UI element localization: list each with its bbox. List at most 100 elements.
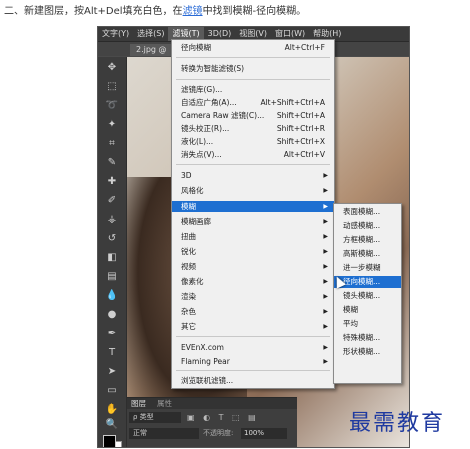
menu-select[interactable]: 选择(S): [133, 27, 168, 41]
type-tool-icon[interactable]: T: [105, 346, 119, 359]
zoom-tool-icon[interactable]: 🔍: [105, 418, 119, 431]
submenu-item-shape-blur[interactable]: 形状模糊...: [334, 346, 401, 358]
move-tool-icon[interactable]: ✥: [105, 61, 119, 74]
blur-tool-icon[interactable]: 💧: [105, 289, 119, 302]
brush-tool-icon[interactable]: ✐: [105, 194, 119, 207]
menu-item-label: 渲染: [181, 292, 196, 301]
menu-item-shortcut: Alt+Ctrl+F: [284, 43, 325, 52]
marquee-tool-icon[interactable]: ⬚: [105, 80, 119, 93]
submenu-item-label: 表面模糊...: [343, 207, 381, 216]
menu-item-label: 模糊: [181, 202, 196, 211]
tab-properties[interactable]: 属性: [157, 399, 172, 409]
menu-item-label: 锐化: [181, 247, 196, 256]
layer-filter-row: ρ 类型 ▣ ◐ T ⬚ ▤: [129, 412, 294, 424]
menu-separator: [176, 79, 330, 80]
healing-brush-tool-icon[interactable]: ✚: [105, 175, 119, 188]
submenu-item-motion-blur[interactable]: 动感模糊...: [334, 220, 401, 232]
menu-separator: [176, 164, 330, 165]
foreground-color-swatch[interactable]: [103, 435, 116, 447]
submenu-arrow-icon: ▶: [323, 293, 328, 300]
submenu-item-label: 方框模糊...: [343, 235, 381, 244]
menu-item-shortcut: Alt+Shift+Ctrl+A: [260, 98, 325, 107]
submenu-item-label: 平均: [343, 319, 358, 328]
submenu-item-lens-blur[interactable]: 镜头模糊...: [334, 290, 401, 302]
hand-tool-icon[interactable]: ✋: [105, 403, 119, 416]
history-brush-tool-icon[interactable]: ↺: [105, 232, 119, 245]
submenu-arrow-icon: ▶: [323, 263, 328, 270]
submenu-item-box-blur[interactable]: 方框模糊...: [334, 234, 401, 246]
menu-item-last-filter[interactable]: 径向模糊 Alt+Ctrl+F: [172, 42, 334, 53]
menu-item-shortcut: Shift+Ctrl+X: [276, 137, 325, 146]
eyedropper-tool-icon[interactable]: ✎: [105, 156, 119, 169]
rectangle-tool-icon[interactable]: ▭: [105, 384, 119, 397]
menu-item-shortcut: Shift+Ctrl+A: [276, 111, 325, 120]
submenu-arrow-icon: ▶: [323, 218, 328, 225]
menu-item-render[interactable]: 渲染 ▶: [172, 291, 334, 302]
instruction-caption: 二、新建图层，按Alt+Del填充白色，在滤镜中找到模糊-径向模糊。: [4, 2, 306, 17]
submenu-item-blur-more[interactable]: 进一步模糊: [334, 262, 401, 274]
submenu-item-label: 形状模糊...: [343, 347, 381, 356]
menu-item-convert-smart[interactable]: 转换为智能滤镜(S): [172, 63, 334, 74]
eraser-tool-icon[interactable]: ◧: [105, 251, 119, 264]
menu-item-label: 扭曲: [181, 232, 196, 241]
menu-item-browse-online[interactable]: 浏览联机滤镜...: [172, 375, 334, 386]
clone-stamp-tool-icon[interactable]: ⚶: [105, 213, 119, 226]
layer-filter-icons[interactable]: ▣ ◐ T ⬚ ▤: [187, 412, 295, 423]
menu-item-video[interactable]: 视频 ▶: [172, 261, 334, 272]
menu-item-label: 径向模糊: [181, 43, 211, 52]
menu-item-adaptive-wide[interactable]: 自适应广角(A)... Alt+Shift+Ctrl+A: [172, 97, 334, 108]
caption-suffix: 中找到模糊-径向模糊。: [202, 6, 307, 17]
menu-item-pixelate[interactable]: 像素化 ▶: [172, 276, 334, 287]
menu-item-camera-raw[interactable]: Camera Raw 滤镜(C)... Shift+Ctrl+A: [172, 110, 334, 121]
dodge-tool-icon[interactable]: ●: [105, 308, 119, 321]
submenu-item-surface-blur[interactable]: 表面模糊...: [334, 206, 401, 218]
submenu-item-label: 镜头模糊...: [343, 291, 381, 300]
menu-item-label: 3D: [181, 171, 192, 180]
submenu-arrow-icon: ▶: [323, 172, 328, 179]
filter-link[interactable]: 滤镜: [183, 6, 203, 17]
menu-type[interactable]: 文字(Y): [98, 27, 133, 41]
blend-mode-select[interactable]: 正常: [129, 428, 199, 439]
opacity-field[interactable]: 100%: [241, 428, 287, 439]
tools-panel: ✥ ⬚ ➰ ✦ ⌗ ✎ ✚ ✐ ⚶ ↺ ◧ ▤ 💧 ● ✒ T ➤ ▭ ✋ 🔍: [98, 57, 127, 447]
gradient-tool-icon[interactable]: ▤: [105, 270, 119, 283]
menu-item-flaming-pear[interactable]: Flaming Pear ▶: [172, 356, 334, 367]
menu-item-blur-gallery[interactable]: 模糊画廊 ▶: [172, 216, 334, 227]
crop-tool-icon[interactable]: ⌗: [105, 137, 119, 150]
menu-separator: [176, 336, 330, 337]
pen-tool-icon[interactable]: ✒: [105, 327, 119, 340]
menu-item-label: 滤镜库(G)...: [181, 85, 223, 94]
lasso-tool-icon[interactable]: ➰: [105, 99, 119, 112]
path-selection-tool-icon[interactable]: ➤: [105, 365, 119, 378]
menu-item-noise[interactable]: 杂色 ▶: [172, 306, 334, 317]
menu-item-blur[interactable]: 模糊 ▶: [172, 201, 334, 212]
menu-item-3d[interactable]: 3D ▶: [172, 170, 334, 181]
menu-item-label: EVEnX.com: [181, 343, 224, 352]
filter-menu: 径向模糊 Alt+Ctrl+F 转换为智能滤镜(S) 滤镜库(G)... 自适应…: [171, 39, 335, 389]
menu-item-label: 像素化: [181, 277, 204, 286]
menu-item-evenx[interactable]: EVEnX.com ▶: [172, 342, 334, 353]
document-tab[interactable]: 2.jpg @: [130, 44, 173, 56]
menu-item-label: 杂色: [181, 307, 196, 316]
submenu-item-average[interactable]: 平均: [334, 318, 401, 330]
layer-kind-select[interactable]: ρ 类型: [129, 412, 181, 423]
menu-item-label: Camera Raw 滤镜(C)...: [181, 111, 265, 120]
menu-item-stylize[interactable]: 风格化 ▶: [172, 185, 334, 196]
tab-layers[interactable]: 图层: [131, 399, 146, 409]
menu-item-filter-gallery[interactable]: 滤镜库(G)...: [172, 84, 334, 95]
menu-item-other[interactable]: 其它 ▶: [172, 321, 334, 332]
menu-item-liquify[interactable]: 液化(L)... Shift+Ctrl+X: [172, 136, 334, 147]
submenu-item-blur[interactable]: 模糊: [334, 304, 401, 316]
submenu-arrow-icon: ▶: [323, 278, 328, 285]
menu-item-vanishing-point[interactable]: 消失点(V)... Alt+Ctrl+V: [172, 149, 334, 160]
menu-item-sharpen[interactable]: 锐化 ▶: [172, 246, 334, 257]
submenu-arrow-icon: ▶: [323, 248, 328, 255]
menu-item-lens-correction[interactable]: 镜头校正(R)... Shift+Ctrl+R: [172, 123, 334, 134]
magic-wand-tool-icon[interactable]: ✦: [105, 118, 119, 131]
caption-prefix: 二、新建图层，按Alt+Del填充白色，在: [4, 6, 183, 17]
menu-item-distort[interactable]: 扭曲 ▶: [172, 231, 334, 242]
submenu-item-smart-blur[interactable]: 特殊模糊...: [334, 332, 401, 344]
menu-item-label: 浏览联机滤镜...: [181, 376, 234, 385]
submenu-item-label: 径向模糊...: [343, 277, 381, 286]
submenu-item-gaussian-blur[interactable]: 高斯模糊...: [334, 248, 401, 260]
